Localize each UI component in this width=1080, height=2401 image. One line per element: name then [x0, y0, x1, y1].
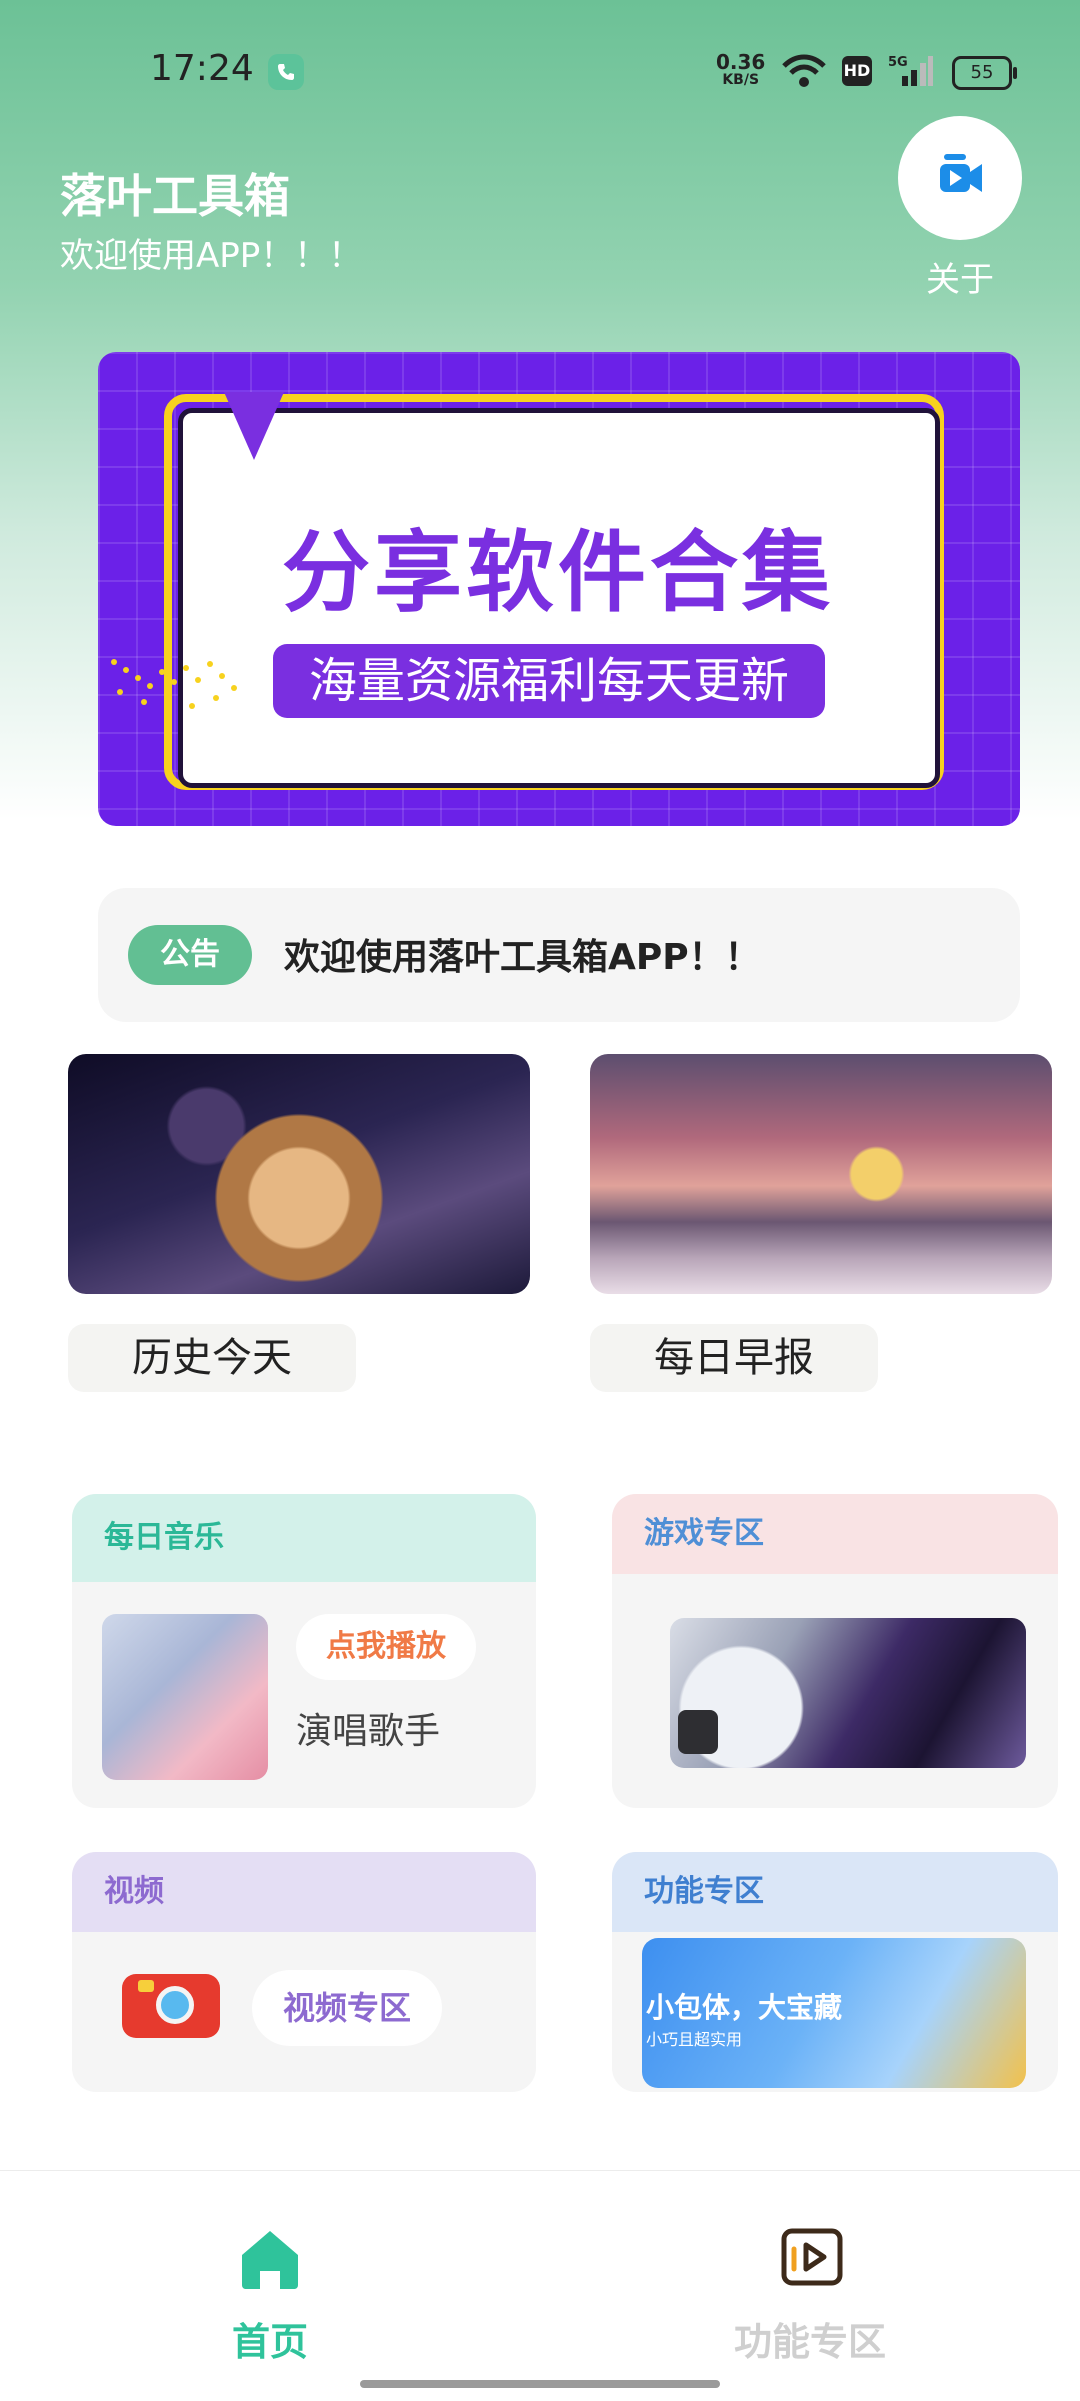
home-icon: [242, 2231, 298, 2289]
function-zone-image-subtext: 小巧且超实用: [646, 2030, 743, 2049]
network-speed-unit: KB/S: [722, 72, 760, 88]
video-title: 视频: [72, 1852, 536, 1932]
singer-label: 演唱歌手: [296, 1711, 441, 1752]
nav-function-label: 功能专区: [733, 2320, 886, 2364]
function-zone-icon: [781, 2228, 843, 2286]
phone-call-icon: [268, 54, 304, 90]
daily-music-card[interactable]: 每日音乐 点我播放 演唱歌手: [72, 1494, 536, 1808]
about-label[interactable]: 关于: [896, 252, 1024, 301]
nav-home-tab[interactable]: 首页: [176, 2171, 364, 2364]
video-zone-button[interactable]: 视频专区: [252, 1970, 442, 2046]
promo-banner[interactable]: 分享软件合集 海量资源福利每天更新: [98, 352, 1020, 826]
function-zone-card[interactable]: 功能专区 小包体，大宝藏 小巧且超实用: [612, 1852, 1058, 2092]
function-zone-title: 功能专区: [612, 1852, 1058, 1932]
banner-dots-decoration: [111, 659, 237, 709]
function-zone-image-text: 小包体，大宝藏: [646, 1991, 843, 2024]
banner-title: 分享软件合集: [281, 521, 834, 624]
wifi-icon: [782, 54, 826, 92]
about-button[interactable]: [898, 116, 1022, 240]
function-zone-image[interactable]: 小包体，大宝藏 小巧且超实用: [642, 1938, 1026, 2088]
banner-subtitle-pill: 海量资源福利每天更新: [273, 644, 825, 718]
network-speed-value: 0.36: [716, 50, 766, 74]
history-today-button[interactable]: 历史今天: [68, 1324, 356, 1392]
camera-icon: [122, 1974, 220, 2038]
daily-news-button[interactable]: 每日早报: [590, 1324, 878, 1392]
notice-text: 欢迎使用落叶工具箱APP！！: [284, 937, 761, 978]
video-camera-icon: [940, 154, 982, 192]
video-card[interactable]: 视频 视频专区: [72, 1852, 536, 2092]
history-today-image[interactable]: [68, 1054, 530, 1294]
game-zone-title: 游戏专区: [612, 1494, 1058, 1574]
notice-badge: 公告: [128, 925, 252, 985]
banner-pin-icon: [224, 392, 284, 460]
status-bar: 17:24 0.36 KB/S HD 5G 55: [0, 0, 1080, 140]
music-cover-image[interactable]: [102, 1614, 268, 1780]
status-time: 17:24: [150, 48, 254, 89]
daily-music-title: 每日音乐: [72, 1494, 536, 1582]
network-speed: 0.36 KB/S: [716, 52, 765, 88]
daily-news-image[interactable]: [590, 1054, 1052, 1294]
nav-home-label: 首页: [231, 2320, 308, 2364]
bottom-navigation: 首页 功能专区: [0, 2170, 1080, 2401]
game-app-icon: [678, 1710, 718, 1754]
nav-function-tab[interactable]: 功能专区: [700, 2171, 920, 2364]
game-zone-card[interactable]: 游戏专区: [612, 1494, 1058, 1808]
app-title: 落叶工具箱: [60, 169, 290, 223]
app-subtitle: 欢迎使用APP！！！: [60, 236, 363, 276]
play-music-button[interactable]: 点我播放: [296, 1614, 476, 1680]
cellular-signal-icon: 5G: [888, 54, 934, 92]
hd-badge: HD: [842, 56, 872, 86]
battery-indicator: 55: [952, 56, 1017, 90]
svg-text:5G: 5G: [888, 55, 908, 70]
game-zone-image[interactable]: [670, 1618, 1026, 1768]
notice-bar[interactable]: 公告 欢迎使用落叶工具箱APP！！: [98, 888, 1020, 1022]
home-indicator[interactable]: [360, 2380, 720, 2388]
